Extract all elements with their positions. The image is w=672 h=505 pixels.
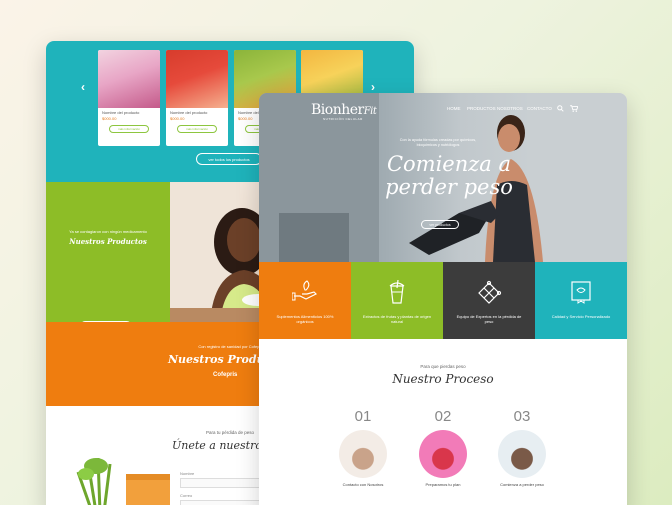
product-info-button[interactable]: más información (177, 125, 217, 134)
brand-tagline: NUTRICIÓN CELULAR (323, 117, 363, 121)
process-subtitle: Para que pierdas peso (420, 364, 466, 369)
product-image (166, 50, 228, 108)
product-info-button[interactable]: más información (109, 125, 149, 134)
step-label: Comienza a perder peso (500, 482, 544, 487)
nav-home[interactable]: HOME (447, 106, 461, 111)
feature-label: Equipo de Expertos en la pérdida de peso (456, 314, 522, 325)
certificate-icon (571, 281, 591, 304)
top-navigation: BionherFit NUTRICIÓN CELULAR HOME PRODUC… (259, 93, 627, 123)
name-field-label: Nombre (180, 471, 195, 476)
process-title: Nuestro Proceso (392, 372, 494, 386)
product-card[interactable]: Nombre del producto $000.00 más informac… (166, 50, 228, 146)
product-price: $000.00 (170, 116, 185, 122)
cart-icon[interactable] (570, 105, 578, 112)
products-subtitle: Ya se contagiaron con ningún medicamento (69, 229, 147, 234)
step-label: Contacto con Nosotros (342, 482, 384, 487)
hand-leaf-icon (292, 280, 318, 301)
nav-productos[interactable]: PRODUCTOS (467, 106, 496, 111)
hero-products-button[interactable]: ver productos (421, 220, 459, 229)
puzzle-icon (478, 280, 502, 304)
hero-section: BionherFit NUTRICIÓN CELULAR HOME PRODUC… (259, 93, 627, 262)
step-number: 02 (434, 408, 452, 425)
view-all-products-button[interactable]: ver todos los productos (196, 153, 262, 165)
smoothie-icon (389, 280, 405, 304)
step-number: 03 (513, 408, 531, 425)
product-card[interactable]: Nombre del producto $000.00 más informac… (98, 50, 160, 146)
step-photo-contact (339, 430, 387, 478)
nav-contacto[interactable]: CONTACTO (527, 106, 552, 111)
product-image (98, 50, 160, 108)
carousel-prev-arrow-icon[interactable]: ‹ (81, 80, 85, 94)
step-label: Preparamos tu plan (425, 482, 461, 487)
juice-celery-illustration (76, 457, 170, 505)
search-icon[interactable] (557, 105, 564, 112)
step-number: 01 (354, 408, 372, 425)
product-name: Nombre del producto (170, 110, 208, 115)
nav-nosotros[interactable]: NOSOTROS (497, 106, 523, 111)
join-subtitle: Para tu pérdida de peso (206, 430, 255, 435)
products-promo-section: Ya se contagiaron con ningún medicamento… (46, 182, 170, 332)
cofepris-logo: Cofepris (213, 372, 238, 378)
brand-logo[interactable]: BionherFit (311, 102, 377, 118)
feature-label: Suplementos Alimenticios 100% orgánicos (276, 314, 334, 325)
carousel-next-arrow-icon[interactable]: › (371, 80, 375, 94)
products-title: Nuestros Productos (69, 237, 147, 246)
brand-fit: Fit (363, 106, 377, 117)
email-field-label: Correo (180, 493, 193, 498)
feature-tile-quality: Calidad y Servicio Personalizado (535, 262, 627, 339)
feature-label: Extractos de frutas y plantas de origen … (362, 314, 432, 325)
front-page-mockup: BionherFit NUTRICIÓN CELULAR HOME PRODUC… (259, 93, 627, 505)
feature-label: Calidad y Servicio Personalizado (551, 314, 611, 319)
product-price: $000.00 (102, 116, 117, 122)
feature-tile-organic: Suplementos Alimenticios 100% orgánicos (259, 262, 351, 339)
feature-tile-extracts: Extractos de frutas y plantas de origen … (351, 262, 443, 339)
hero-title: Comienza a perder peso (385, 152, 513, 200)
step-photo-lose-weight (498, 430, 546, 478)
step-photo-plan (419, 430, 467, 478)
feature-tile-experts: Equipo de Expertos en la pérdida de peso (443, 262, 535, 339)
hero-subtitle: Con la ayuda fórmulas creadas por químic… (399, 138, 477, 147)
brand-name: Bionher (311, 102, 364, 118)
product-name: Nombre del producto (102, 110, 140, 115)
